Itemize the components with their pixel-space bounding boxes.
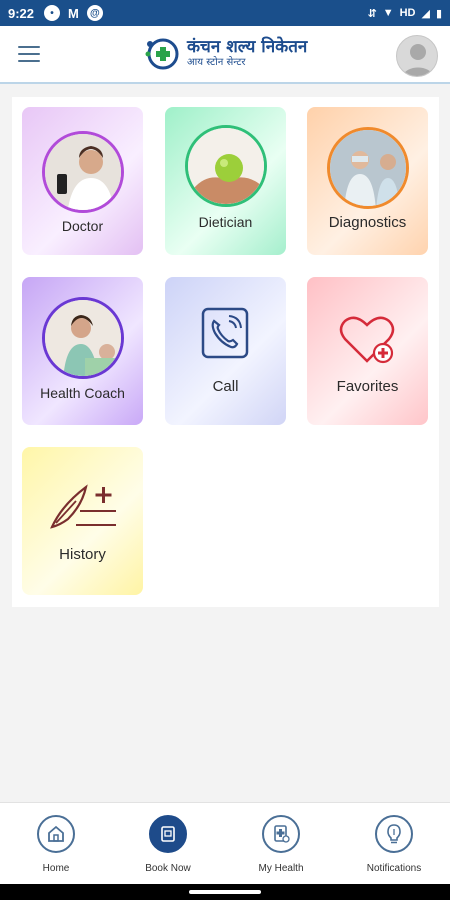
hamburger-menu-icon[interactable] [18, 46, 40, 62]
nav-book-now-label: Book Now [145, 863, 191, 874]
gmail-icon: M [68, 5, 79, 21]
nav-notifications-label: Notifications [366, 863, 422, 874]
tile-history-label: History [59, 546, 106, 563]
logo-title: कंचन शल्य निकेतन [187, 36, 308, 57]
system-navigation-bar [0, 884, 450, 900]
nav-home[interactable]: Home [6, 815, 106, 874]
nav-notifications[interactable]: Notifications [344, 815, 444, 874]
bulb-icon [375, 815, 413, 853]
dietician-photo [185, 125, 267, 207]
tile-favorites-label: Favorites [336, 378, 399, 395]
home-gesture-pill[interactable] [189, 890, 261, 894]
logo-subtitle: आय स्टोन सेन्टर [187, 56, 246, 68]
home-icon [37, 815, 75, 853]
services-grid: Doctor Dietician Diagnostics Health Coac… [12, 97, 439, 607]
heart-plus-icon [337, 313, 399, 365]
diagnostics-photo [327, 127, 409, 209]
app-logo: कंचन शल्य निकेतन आय स्टोन सेन्टर [143, 34, 307, 72]
signal-icon: ◢ [421, 7, 430, 20]
tile-health-coach[interactable]: Health Coach [22, 277, 143, 425]
vibrate-icon: ⇵ [367, 7, 377, 20]
wifi-icon: ▼ [382, 7, 394, 19]
status-right: ⇵ ▼ HD ◢ ▮ [367, 7, 442, 20]
notification-dot-icon: • [44, 5, 61, 21]
battery-icon: ▮ [435, 7, 442, 20]
book-icon [149, 815, 187, 853]
tile-favorites[interactable]: Favorites [307, 277, 428, 425]
tile-health-coach-label: Health Coach [40, 385, 125, 401]
nav-book-now[interactable]: Book Now [118, 815, 218, 874]
tile-dietician-label: Dietician [198, 214, 253, 230]
logo-cross-icon [143, 34, 181, 72]
bottom-navigation: Home Book Now My Health Notifications [0, 802, 450, 884]
phone-icon [201, 307, 249, 359]
health-coach-photo [42, 297, 124, 379]
quill-plus-icon [46, 481, 118, 533]
avatar[interactable] [396, 35, 438, 77]
tile-doctor-label: Doctor [61, 218, 104, 234]
sync-icon: @ [86, 5, 103, 21]
tile-call[interactable]: Call [165, 277, 286, 425]
network-type: HD [399, 7, 416, 19]
tile-history[interactable]: History [22, 447, 143, 595]
nav-home-label: Home [42, 863, 70, 874]
nav-my-health[interactable]: My Health [231, 815, 331, 874]
status-bar: 9:22 • M @ ⇵ ▼ HD ◢ ▮ [0, 0, 450, 26]
tile-diagnostics[interactable]: Diagnostics [307, 107, 428, 255]
tile-doctor[interactable]: Doctor [22, 107, 143, 255]
tile-diagnostics-label: Diagnostics [328, 214, 407, 231]
doctor-photo [42, 131, 124, 213]
health-record-icon [262, 815, 300, 853]
tile-call-label: Call [212, 378, 239, 395]
status-time: 9:22 [8, 5, 35, 21]
nav-my-health-label: My Health [258, 863, 304, 874]
app-bar: कंचन शल्य निकेतन आय स्टोन सेन्टर [0, 26, 450, 84]
tile-dietician[interactable]: Dietician [165, 107, 286, 255]
